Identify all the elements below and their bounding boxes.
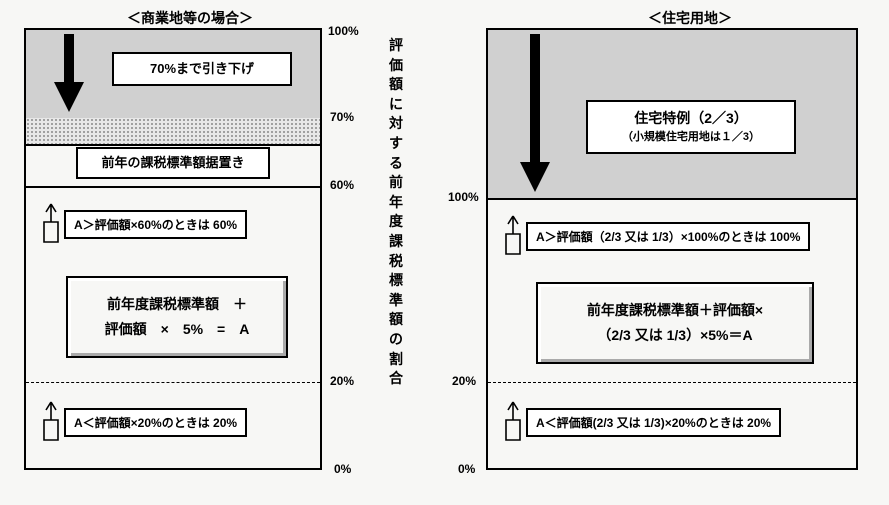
right-upper-rule: A＞評価額（2/3 又は 1/3）×100%のときは 100%	[502, 214, 810, 258]
right-box-special-line2: （小規模住宅用地は１／3）	[622, 129, 760, 147]
left-pct-0: 0%	[334, 462, 351, 476]
left-lower-rule: A＜評価額×20%のときは 20%	[40, 400, 247, 444]
down-arrow-icon	[520, 34, 550, 194]
bracket-up-icon	[502, 214, 524, 258]
left-title: ＜商業地等の場合＞	[60, 8, 320, 28]
right-formula-line2: （2/3 又は 1/3）×5%＝A	[554, 323, 796, 348]
left-formula: 前年度課税標準額 ＋ 評価額 × 5% = A	[66, 276, 288, 358]
bracket-up-icon	[40, 400, 62, 444]
right-lower-rule-text: A＜評価額(2/3 又は 1/3)×20%のときは 20%	[526, 408, 781, 437]
left-pct-20: 20%	[330, 374, 354, 388]
left-lower-rule-text: A＜評価額×20%のときは 20%	[64, 408, 247, 437]
down-arrow-icon	[54, 34, 84, 114]
right-pct-100: 100%	[448, 190, 479, 204]
bracket-up-icon	[40, 202, 62, 246]
center-vertical-label: 評価額に対する前年度課税標準額の割合	[388, 36, 404, 389]
left-line-60	[26, 186, 320, 188]
right-formula-line1: 前年度課税標準額＋評価額×	[554, 298, 796, 323]
left-formula-line1: 前年度課税標準額 ＋	[84, 292, 270, 317]
right-lower-rule: A＜評価額(2/3 又は 1/3)×20%のときは 20%	[502, 400, 781, 444]
center-vertical-label-text: 評価額に対する前年度課税標準額の割合	[389, 37, 403, 386]
left-pct-70: 70%	[330, 110, 354, 124]
right-box-special-line1: 住宅特例（2／3）	[634, 107, 748, 129]
right-column: 住宅特例（2／3） （小規模住宅用地は１／3） A＞評価額（2/3 又は 1/3…	[486, 28, 858, 470]
bracket-up-icon	[502, 400, 524, 444]
left-dashed-20	[26, 382, 320, 383]
left-band-70-hatch	[26, 118, 320, 144]
right-box-special: 住宅特例（2／3） （小規模住宅用地は１／3）	[586, 100, 796, 154]
right-pct-20: 20%	[452, 374, 476, 388]
right-upper-rule-text: A＞評価額（2/3 又は 1/3）×100%のときは 100%	[526, 222, 810, 251]
left-pct-100: 100%	[328, 24, 359, 38]
left-formula-line2: 評価額 × 5% = A	[84, 317, 270, 342]
left-upper-rule: A＞評価額×60%のときは 60%	[40, 202, 247, 246]
right-formula: 前年度課税標準額＋評価額× （2/3 又は 1/3）×5%＝A	[536, 282, 814, 364]
left-box-carryover: 前年の課税標準額据置き	[76, 147, 270, 179]
right-dashed-20	[488, 382, 856, 383]
right-title: ＜住宅用地＞	[560, 8, 820, 28]
left-box-70-reduction: 70%まで引き下げ	[112, 52, 292, 86]
left-upper-rule-text: A＞評価額×60%のときは 60%	[64, 210, 247, 239]
left-column: 70%まで引き下げ 前年の課税標準額据置き A＞評価額×60%のときは 60% …	[24, 28, 322, 470]
left-pct-60: 60%	[330, 178, 354, 192]
right-pct-0: 0%	[458, 462, 475, 476]
left-line-70	[26, 144, 320, 146]
right-line-100	[488, 198, 856, 200]
